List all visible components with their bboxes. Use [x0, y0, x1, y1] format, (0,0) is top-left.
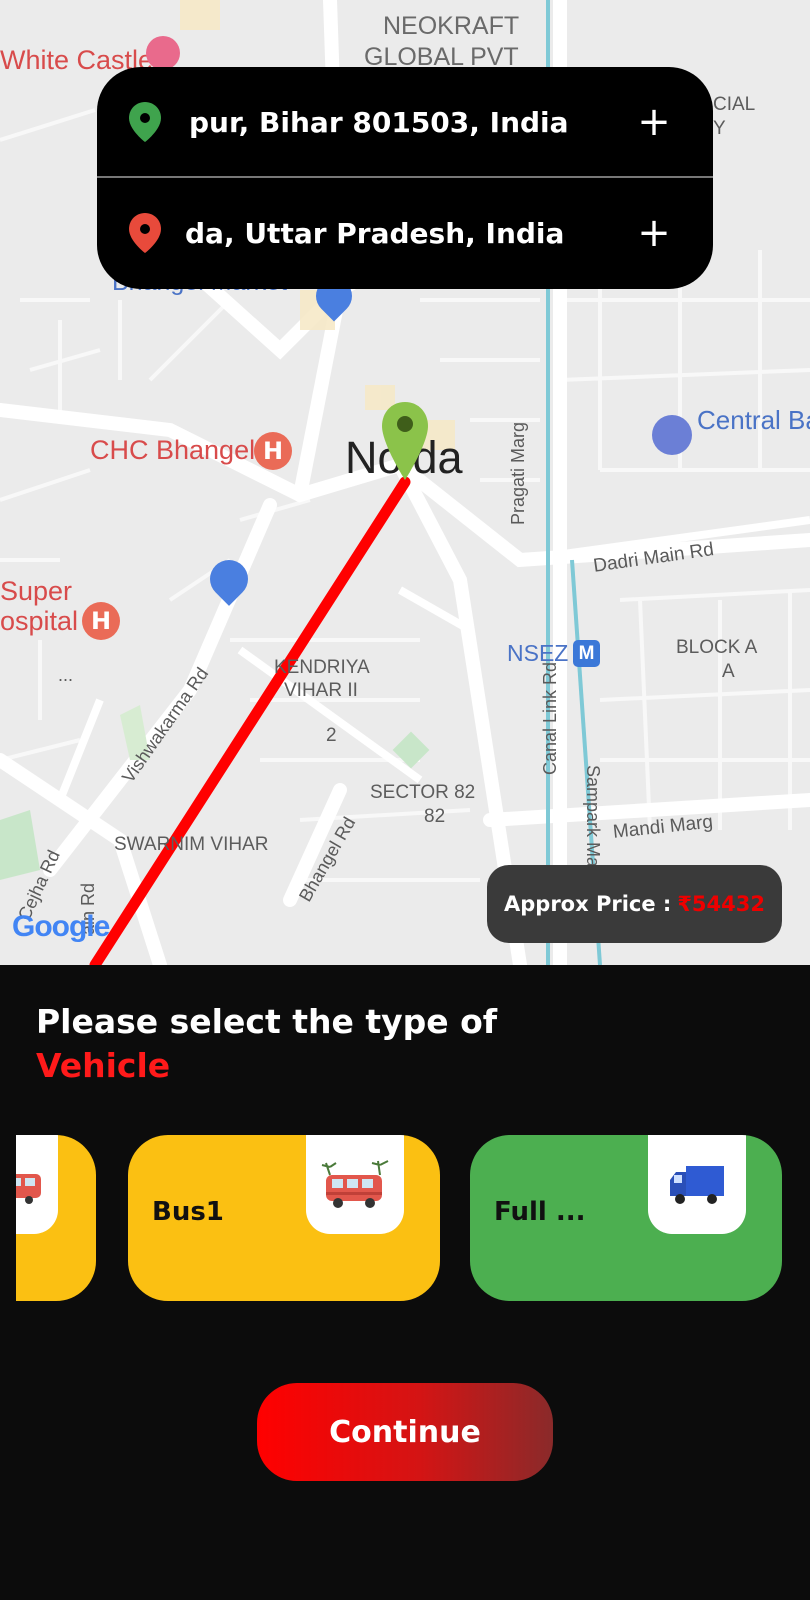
red-location-pin-icon: [129, 213, 161, 253]
vehicle-card-bus1[interactable]: Bus1: [128, 1135, 440, 1301]
bus-icon: [16, 1173, 41, 1204]
vehicle-name: Bus1: [152, 1197, 224, 1227]
map-label-hospital: ospital: [0, 606, 79, 636]
approx-price-label: Approx Price :: [504, 892, 672, 916]
map-label-super-more: ...: [58, 665, 74, 685]
continue-button[interactable]: Continue: [257, 1383, 553, 1481]
bank-icon: [652, 415, 692, 455]
map-label-chc-bhangel: CHC Bhangel: [90, 435, 256, 465]
map-label-sector-82-2: 82: [424, 806, 446, 827]
map-label-block-a-2: A: [722, 661, 735, 682]
map-label-neokraft: NEOKRAFT: [383, 12, 520, 40]
map-label-canal-link-rd: Canal Link Rd: [540, 661, 560, 775]
map-marker-icon[interactable]: [380, 400, 430, 482]
bus-icon-box: [16, 1135, 58, 1234]
green-location-pin-icon: [129, 102, 161, 142]
map-label-kendriya-2: VIHAR II: [284, 680, 358, 701]
origin-address-input[interactable]: pur, Bihar 801503, India: [189, 106, 629, 139]
map-label-cial-2: Y: [713, 118, 726, 139]
vehicle-card-full[interactable]: Full ...: [470, 1135, 782, 1301]
bus-icon-box: [306, 1135, 404, 1234]
truck-icon: [670, 1165, 724, 1204]
metro-icon: M: [573, 640, 600, 667]
map-label-cial: CIAL: [713, 94, 756, 115]
map-label-kendriya: KENDRIYA: [274, 657, 370, 678]
vehicle-card-0[interactable]: [16, 1135, 96, 1301]
map-label-sector-82: SECTOR 82: [370, 782, 476, 803]
vehicle-name: Full ...: [494, 1197, 586, 1227]
map-label-pragati-marg: Pragati Marg: [508, 421, 528, 525]
map-label-central-bank: Central Ba: [697, 405, 810, 435]
vehicle-type-heading: Please select the type of Vehicle: [36, 1000, 497, 1088]
vehicle-type-title: Please select the type of: [36, 1002, 498, 1041]
origin-row[interactable]: pur, Bihar 801503, India +: [97, 67, 713, 177]
hotel-icon: [146, 36, 180, 70]
add-destination-plus-icon[interactable]: +: [629, 213, 679, 253]
hospital-icon: H: [254, 432, 292, 470]
truck-icon-box: [648, 1135, 746, 1234]
map-label-block-a: BLOCK A: [676, 637, 758, 658]
route-card: pur, Bihar 801503, India + da, Uttar Pra…: [97, 67, 713, 289]
hospital-icon-2: H: [82, 602, 120, 640]
map-label-swarnim-vihar: SWARNIM VIHAR: [114, 834, 269, 855]
approx-price-badge: Approx Price : ₹54432: [487, 865, 782, 943]
destination-row[interactable]: da, Uttar Pradesh, India +: [97, 178, 713, 288]
destination-address-input[interactable]: da, Uttar Pradesh, India: [185, 217, 629, 250]
bus-icon: [321, 1159, 389, 1208]
vehicle-type-highlight: Vehicle: [36, 1046, 171, 1085]
approx-price-value: ₹54432: [677, 892, 765, 916]
add-origin-plus-icon[interactable]: +: [629, 102, 679, 142]
map-label-kendriya-3: 2: [326, 725, 337, 746]
map-label-super: Super: [0, 576, 73, 606]
google-logo: Google: [12, 910, 110, 943]
